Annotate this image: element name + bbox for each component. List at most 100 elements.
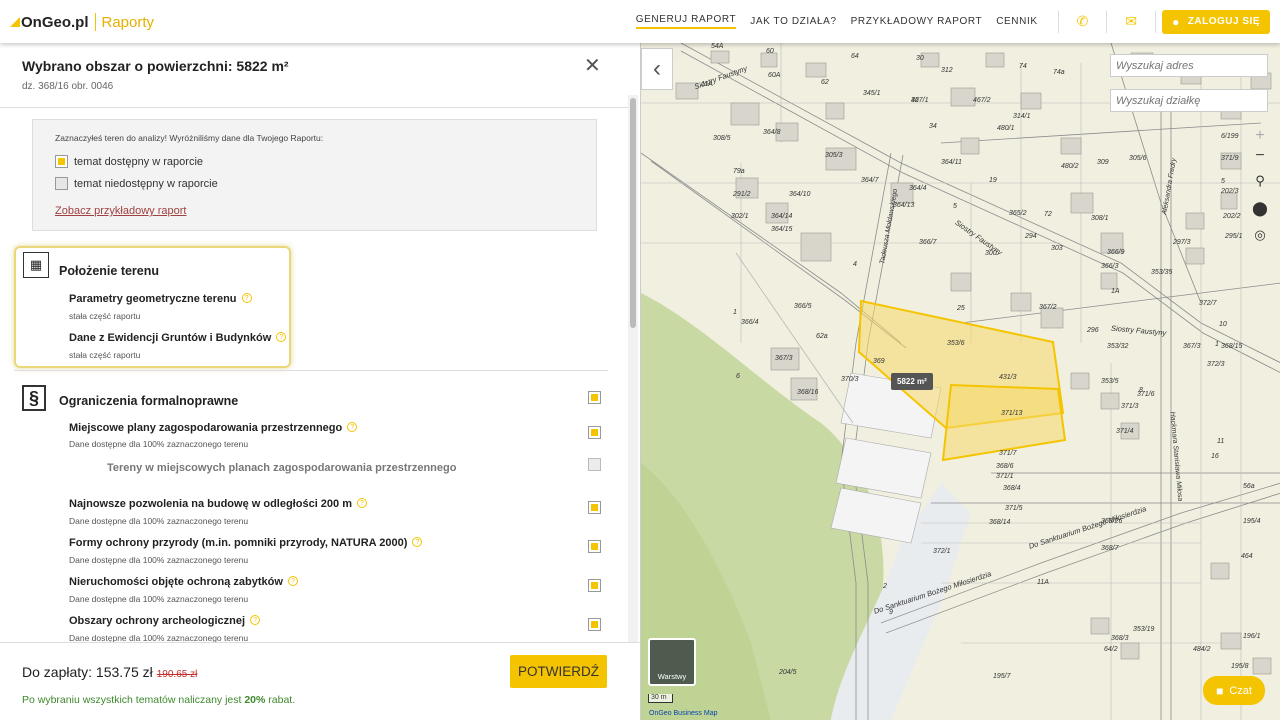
parcel-number: 371/4 xyxy=(1116,428,1134,435)
payment-label: Do zapłaty: 153.75 zł xyxy=(22,664,153,680)
item-mpzp-sub: Dane dostępne dla 100% zaznaczonego tere… xyxy=(69,439,249,449)
parcel-number: 371/1 xyxy=(996,473,1014,480)
item-zabytki[interactable]: Nieruchomości objęte ochroną zabytków? xyxy=(69,576,298,588)
parcel-number: 309 xyxy=(1097,159,1109,166)
zoom-out-icon[interactable]: − xyxy=(1250,146,1270,166)
parcel-number: 74 xyxy=(1019,63,1027,70)
checkbox-archeologia[interactable] xyxy=(588,618,601,631)
help-icon[interactable]: ? xyxy=(287,576,298,586)
item-dane-egib[interactable]: Dane z Ewidencji Gruntów i Budynków? xyxy=(69,332,287,344)
parcel-number: 1 xyxy=(733,309,737,316)
map-view[interactable]: 54A 60 64 30 312 62 60A 11A 345/1 467/1 32 364/8 34 4… xyxy=(640,43,1280,720)
parcel-number: 371/3 xyxy=(1121,403,1139,410)
parcel-number: 79a xyxy=(733,168,745,175)
parcel-number: 368/4 xyxy=(1003,485,1021,492)
parcel-number: 5 xyxy=(1221,178,1225,185)
help-icon[interactable]: ? xyxy=(241,293,252,303)
parcel-number: 195/7 xyxy=(993,673,1011,680)
parcel-number: 484/2 xyxy=(1193,646,1211,653)
item-pozwolenia[interactable]: Najnowsze pozwolenia na budowę w odległo… xyxy=(69,498,367,510)
collapse-panel-button[interactable]: ‹ xyxy=(641,48,673,90)
phone-icon[interactable]: ✆ xyxy=(1077,13,1089,30)
help-icon[interactable]: ? xyxy=(347,422,358,432)
parcel-number: 371/6 xyxy=(1137,391,1155,398)
parcel-number: 368/6 xyxy=(996,463,1014,470)
parcel-number: 367/3 xyxy=(775,355,793,362)
checkbox-ochrona-przyrody[interactable] xyxy=(588,540,601,553)
legend-available: temat dostępny w raporcie xyxy=(55,155,203,168)
login-label: ZALOGUJ SIĘ xyxy=(1187,16,1260,27)
layers-button[interactable]: Warstwy xyxy=(648,638,696,686)
parcel-number: 202/3 xyxy=(1221,188,1239,195)
logo-text: OnGeo.pl xyxy=(21,13,89,31)
parcel-number: 30 xyxy=(916,55,924,62)
parcel-number: 1A xyxy=(1111,288,1120,295)
paragraph-icon: § xyxy=(22,385,46,411)
parcel-number: 54A xyxy=(711,43,724,50)
nav-cennik[interactable]: CENNIK xyxy=(996,16,1037,27)
close-icon[interactable]: ✕ xyxy=(584,53,601,78)
map-canvas[interactable] xyxy=(641,43,1280,720)
zoom-in-icon[interactable]: + xyxy=(1250,126,1270,146)
payment-footer: Do zapłaty: 153.75 zł 190.65 zł POTWIERDŹ… xyxy=(0,642,640,720)
parcel-number: 372/1 xyxy=(933,548,951,555)
checkbox-ograniczenia[interactable] xyxy=(588,391,601,404)
chat-button[interactable]: ■ Czat xyxy=(1203,676,1265,705)
street-view-icon[interactable]: ◎ xyxy=(1250,225,1270,245)
item-mpzp[interactable]: Miejscowe plany zagospodarowania przestr… xyxy=(69,422,358,434)
parcel-search-input[interactable] xyxy=(1110,89,1268,112)
checkbox-zabytki[interactable] xyxy=(588,579,601,592)
nav-przykladowy-raport[interactable]: PRZYKŁADOWY RAPORT xyxy=(851,16,983,27)
parcel-number: 369 xyxy=(873,358,885,365)
parcel-number: 372/3 xyxy=(1207,361,1225,368)
item-ochrona-przyrody[interactable]: Formy ochrony przyrody (m.in. pomniki pr… xyxy=(69,537,423,549)
login-button[interactable]: ● ZALOGUJ SIĘ xyxy=(1162,9,1270,34)
parcel-number: 353/19 xyxy=(1133,626,1155,633)
parcel-number: 370/3 xyxy=(841,376,859,383)
layers-label: Warstwy xyxy=(657,672,687,681)
parcel-number: 366/3 xyxy=(1101,263,1119,270)
parcel-number: 5 xyxy=(953,203,957,210)
nav-jak-to-dziala[interactable]: JAK TO DZIAŁA? xyxy=(750,16,836,27)
parcel-number: 480/2 xyxy=(1061,163,1079,170)
item-pozwolenia-label: Najnowsze pozwolenia na budowę w odległo… xyxy=(69,498,352,510)
parcel-number: 295/1 xyxy=(1225,233,1243,240)
help-icon[interactable]: ? xyxy=(250,615,261,625)
parcel-number: 353/5 xyxy=(1101,378,1119,385)
parcel-number: 367/3 xyxy=(1183,343,1201,350)
map-attribution[interactable]: OnGeo Business Map xyxy=(649,710,717,717)
checkbox-pozwolenia[interactable] xyxy=(588,501,601,514)
selected-parcel-368-16[interactable] xyxy=(941,383,1067,462)
parcel-number: 25 xyxy=(957,305,965,312)
discount-value: 20% xyxy=(244,694,266,706)
help-icon[interactable]: ? xyxy=(357,498,367,508)
checkbox-mpzp[interactable] xyxy=(588,426,601,439)
selection-title: Wybrano obszar o powierzchni: 5822 m² xyxy=(22,58,289,74)
parcel-number: 2 xyxy=(883,583,887,590)
confirm-button[interactable]: POTWIERDŹ xyxy=(510,655,607,688)
item-archeologia[interactable]: Obszary ochrony archeologicznej? xyxy=(69,615,261,627)
help-icon[interactable]: ? xyxy=(412,537,423,547)
map-scale: 30 m xyxy=(648,694,673,703)
parcel-number: 365/2 xyxy=(1009,210,1027,217)
nav-generuj-raport[interactable]: GENERUJ RAPORT xyxy=(635,14,737,29)
parcel-number: 296 xyxy=(1087,327,1099,334)
mail-icon[interactable]: ✉ xyxy=(1125,13,1137,30)
parcel-number: 64/2 xyxy=(1104,646,1118,653)
parcel-number: 364/8 xyxy=(763,129,781,136)
legend-unavailable: temat niedostępny w raporcie xyxy=(55,177,218,190)
search-icon[interactable]: ⚲ xyxy=(1250,171,1270,191)
item-dane-egib-label: Dane z Ewidencji Gruntów i Budynków xyxy=(69,332,272,344)
help-icon[interactable]: ? xyxy=(276,332,287,342)
parcel-number: 11 xyxy=(1217,438,1225,445)
parcel-number: 195/8 xyxy=(1231,663,1249,670)
parcel-number: 353/6 xyxy=(947,340,965,347)
sample-report-link[interactable]: Zobacz przykładowy raport xyxy=(55,205,186,217)
location-pin-icon[interactable]: ⬤ xyxy=(1250,198,1270,218)
item-parametry-geometryczne[interactable]: Parametry geometryczne terenu? xyxy=(69,293,252,305)
logo[interactable]: OnGeo.pl Raporty xyxy=(10,12,154,32)
item-zabytki-label: Nieruchomości objęte ochroną zabytków xyxy=(69,576,283,588)
parcel-number: 74a xyxy=(1053,69,1065,76)
scrollbar-thumb[interactable] xyxy=(630,98,636,328)
address-search-input[interactable] xyxy=(1110,54,1268,77)
